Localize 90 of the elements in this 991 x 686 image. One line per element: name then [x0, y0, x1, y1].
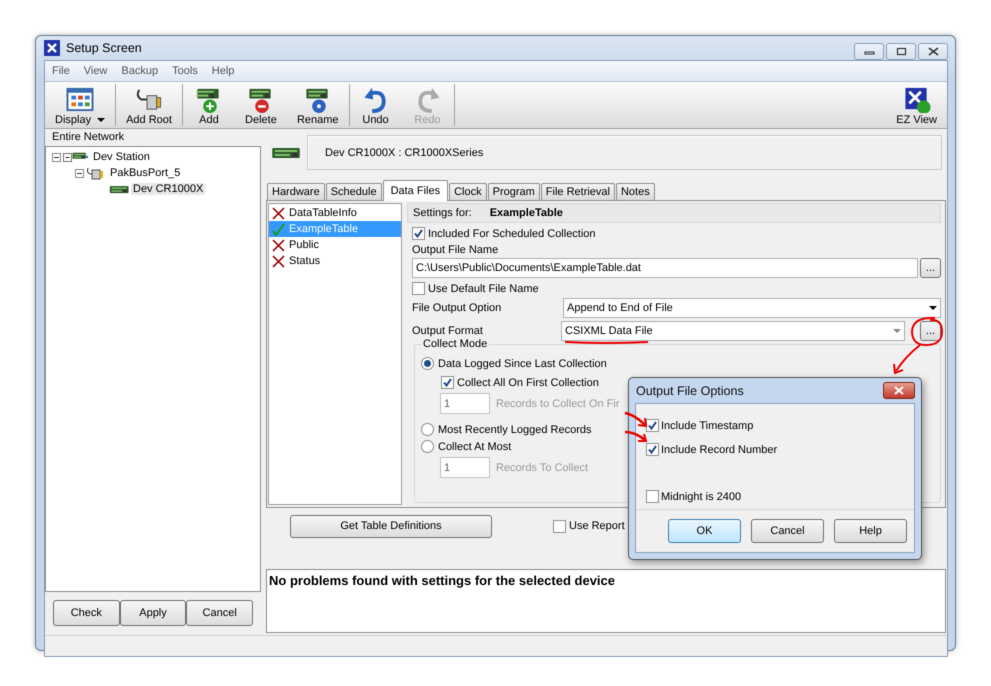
maximize-button[interactable]: [886, 43, 916, 60]
radio-button[interactable]: [421, 423, 434, 436]
close-button[interactable]: [918, 43, 948, 60]
radio-label: Most Recently Logged Records: [438, 424, 592, 436]
radio-button[interactable]: [421, 440, 434, 453]
pane-button[interactable]: Cancel: [186, 600, 254, 626]
connector-icon: [86, 166, 106, 180]
settings-label: Settings for:: [413, 207, 472, 219]
menu-item[interactable]: File: [45, 65, 77, 77]
tree-item[interactable]: PakBusPort_5: [108, 167, 182, 179]
checkbox-label: Use Report: [569, 520, 625, 532]
dropdown[interactable]: Append to End of File: [563, 298, 941, 318]
table-name: ExampleTable: [490, 207, 563, 219]
datalogger-icon: [109, 184, 129, 194]
close-button[interactable]: [883, 382, 915, 399]
dialog-button[interactable]: Help: [834, 519, 907, 543]
toolbar-button[interactable]: Delete: [234, 82, 287, 128]
dialog-title: Output File Options: [636, 384, 744, 398]
table-list-item[interactable]: DataTableInfo: [269, 205, 401, 221]
collapse-icon[interactable]: [75, 168, 84, 178]
table-list-item[interactable]: Public: [269, 237, 401, 253]
tab[interactable]: Data Files: [382, 180, 448, 201]
group-title: Collect Mode: [421, 338, 490, 350]
dropdown-arrow-icon: [97, 118, 106, 122]
checkbox[interactable]: [553, 520, 566, 532]
toolbar-button[interactable]: Add: [182, 82, 235, 128]
tab[interactable]: Clock: [449, 183, 487, 200]
menu-item[interactable]: View: [76, 65, 114, 77]
get-definitions-button[interactable]: Get Table Definitions: [290, 514, 492, 538]
close-icon: [894, 386, 904, 395]
tab[interactable]: Hardware: [267, 183, 325, 200]
dropdown-arrow-icon: [892, 329, 900, 333]
dropdown[interactable]: CSIXML Data File: [561, 321, 905, 341]
option-label: Include Timestamp: [661, 420, 754, 432]
pane-title: Entire Network: [51, 131, 126, 145]
checkbox[interactable]: [412, 227, 425, 240]
radio-label: Data Logged Since Last Collection: [438, 358, 607, 370]
radio-button[interactable]: [421, 357, 434, 370]
table-list-item[interactable]: Status: [269, 253, 401, 269]
file-name-field[interactable]: C:\Users\Public\Documents\ExampleTable.dat: [412, 258, 918, 278]
field-label: Records To Collect: [496, 462, 588, 474]
maximize-icon: [894, 47, 908, 56]
tab[interactable]: File Retrieval: [540, 183, 615, 200]
window-title: Setup Screen: [66, 41, 142, 55]
dropdown-arrow-icon: [928, 306, 936, 310]
checkbox[interactable]: [646, 443, 659, 456]
toolbar-button[interactable]: Display: [45, 82, 116, 128]
window-grid-icon: [64, 86, 96, 113]
message-box: No problems found with settings for the selected device: [266, 569, 946, 633]
checkbox[interactable]: [646, 490, 659, 503]
checkbox[interactable]: [646, 419, 659, 432]
checkbox[interactable]: [441, 376, 454, 389]
checkbox-label: Use Default File Name: [428, 282, 539, 294]
menu-item[interactable]: Backup: [114, 65, 166, 77]
toolbar-button[interactable]: Add Root: [116, 82, 182, 128]
pane-button[interactable]: Check: [53, 600, 120, 626]
minimize-button[interactable]: [854, 43, 884, 60]
tree-item[interactable]: Dev CR1000X: [131, 183, 206, 195]
menu-item[interactable]: Tools: [165, 65, 205, 77]
menu-item[interactable]: Help: [204, 65, 242, 77]
tab[interactable]: Program: [488, 183, 540, 200]
tree-item[interactable]: Dev Station: [91, 151, 152, 163]
dialog-button[interactable]: Cancel: [751, 519, 824, 543]
field-label: File Output Option: [412, 302, 502, 314]
option-label: Midnight is 2400: [661, 490, 742, 502]
checkbox-label: Included For Scheduled Collection: [428, 228, 596, 240]
radio-label: Collect At Most: [438, 440, 512, 452]
close-icon: [926, 47, 940, 56]
station-icon: [63, 151, 89, 163]
field-label: Records to Collect On Fir: [496, 398, 620, 410]
browse-button[interactable]: ...: [920, 258, 941, 278]
checkbox-label: Collect All On First Collection: [457, 376, 599, 388]
annotation-arrow: [893, 344, 921, 374]
toolbar-button[interactable]: EZ View: [886, 82, 947, 128]
checkbox[interactable]: [412, 282, 425, 295]
collapse-icon[interactable]: [52, 152, 61, 162]
toolbar-button[interactable]: Undo: [350, 82, 402, 128]
option-label: Include Record Number: [661, 444, 778, 456]
annotation-arrow: [624, 412, 648, 428]
field-label: Output File Name: [412, 244, 498, 256]
app-icon: [44, 40, 60, 56]
field-label: Output Format: [412, 325, 483, 337]
tab[interactable]: Schedule: [326, 183, 382, 200]
pane-button[interactable]: Apply: [120, 600, 186, 626]
toolbar-button[interactable]: Rename: [286, 82, 349, 128]
annotation-arrow: [624, 430, 648, 442]
tab[interactable]: Notes: [616, 183, 655, 200]
device-title: Dev CR1000X : CR1000XSeries: [325, 146, 484, 158]
dialog-button[interactable]: OK: [668, 519, 741, 543]
browse-button[interactable]: ...: [920, 321, 941, 341]
